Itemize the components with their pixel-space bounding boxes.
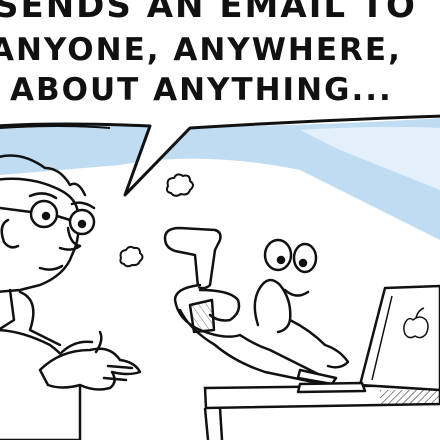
worm-character [163, 226, 350, 386]
worm-eye-left [263, 238, 293, 272]
caption-line-1: SENDS AN EMAIL TO [0, 0, 417, 26]
caption-line-3: ABOUT ANYTHING... [10, 72, 393, 108]
man-character [0, 154, 142, 440]
caption-line-2: ANYONE, ANYWHERE, [0, 32, 402, 68]
desk [203, 383, 440, 440]
worm-eye-right [292, 242, 318, 274]
